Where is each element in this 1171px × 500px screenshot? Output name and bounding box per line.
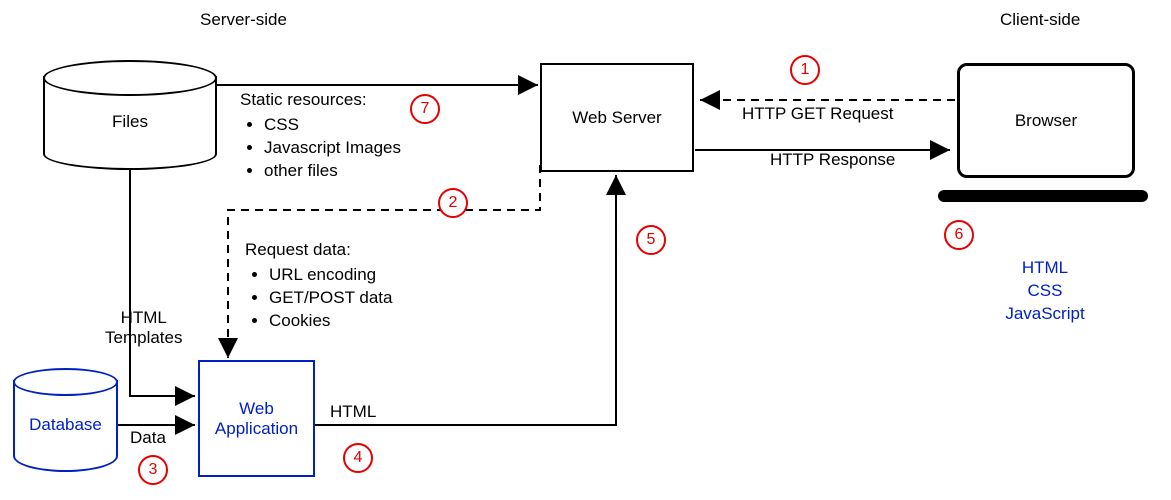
client-render-list: HTML CSS JavaScript <box>985 257 1105 326</box>
heading-client-side: Client-side <box>1000 10 1080 30</box>
label-http-response: HTTP Response <box>770 150 895 170</box>
node-web-application-label: Web Application <box>215 399 298 439</box>
marker-2: 2 <box>438 188 468 218</box>
marker-1: 1 <box>790 55 820 85</box>
label-http-get-request: HTTP GET Request <box>742 104 893 124</box>
node-files: Files <box>43 60 217 170</box>
request-data-list: Request data: URL encoding GET/POST data… <box>245 240 445 333</box>
node-database: Database <box>13 368 118 472</box>
request-data-item: GET/POST data <box>269 287 445 310</box>
diagram-canvas: Server-side Client-side Files D <box>0 0 1171 500</box>
heading-server-side: Server-side <box>200 10 287 30</box>
node-web-server: Web Server <box>540 63 694 172</box>
marker-5: 5 <box>636 225 666 255</box>
label-html: HTML <box>330 402 376 422</box>
marker-3: 3 <box>138 455 168 485</box>
node-web-application: Web Application <box>198 360 315 477</box>
laptop-base-shape <box>938 190 1148 202</box>
node-files-label: Files <box>112 112 148 132</box>
static-resources-item: other files <box>264 160 440 183</box>
marker-4: 4 <box>343 443 373 473</box>
marker-7: 7 <box>410 94 440 124</box>
label-html-templates: HTML Templates <box>105 308 182 348</box>
request-data-item: URL encoding <box>269 264 445 287</box>
node-browser-label: Browser <box>1015 111 1077 131</box>
node-web-server-label: Web Server <box>572 108 661 128</box>
request-data-item: Cookies <box>269 310 445 333</box>
client-render-item: CSS <box>985 280 1105 303</box>
marker-6: 6 <box>944 220 974 250</box>
node-database-label: Database <box>29 415 102 435</box>
client-render-item: HTML <box>985 257 1105 280</box>
node-browser: Browser <box>957 63 1135 178</box>
label-data: Data <box>130 428 166 448</box>
client-render-item: JavaScript <box>985 303 1105 326</box>
request-data-title: Request data: <box>245 240 445 260</box>
static-resources-item: Javascript Images <box>264 137 440 160</box>
